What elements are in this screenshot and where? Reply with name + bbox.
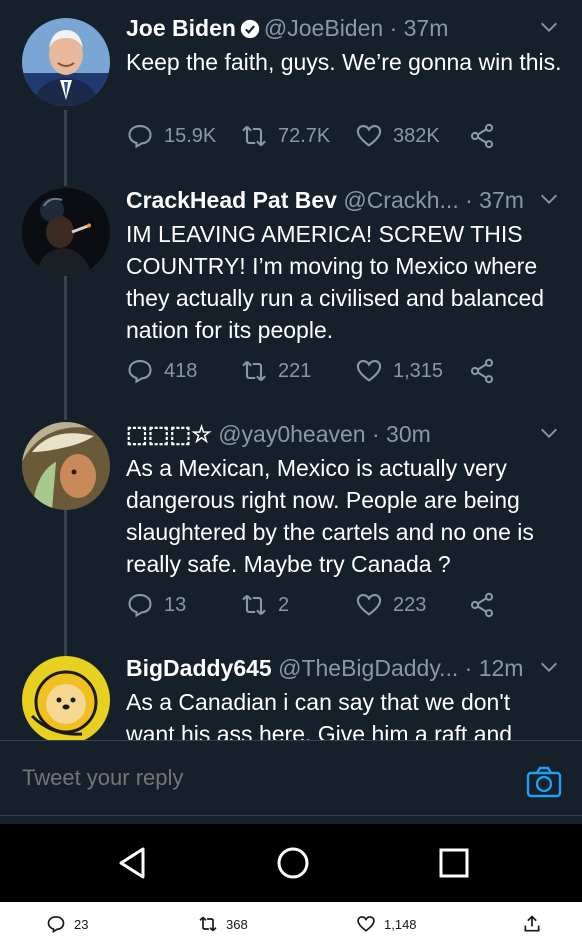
tweet[interactable]: Joe Biden @JoeBiden · 37m Keep the faith,… [0,14,582,174]
retweet-button[interactable]: 221 [240,356,311,386]
tweet[interactable]: ⬚⬚⬚☆ @yay0heaven · 30m As a Mexican, Mex… [0,420,582,644]
retweet-count: 221 [278,359,312,382]
tweet-text: As a Canadian i can say that we don't wa… [126,689,513,740]
share-icon [524,915,540,932]
display-name[interactable]: Joe Biden [126,15,236,41]
recents-icon[interactable] [435,844,473,882]
reply-button[interactable]: 15.9K [126,121,216,151]
tweet-text: IM LEAVING AMERICA! SCREW THIS COUNTRY! … [126,221,545,343]
underlying-action-bar: 23 368 1,148 [0,902,582,946]
chevron-down-icon[interactable] [538,422,560,444]
like-button[interactable]: 223 [355,590,426,620]
display-name[interactable]: BigDaddy645 [126,655,272,681]
share-button[interactable] [468,356,496,386]
timestamp: · 37m [465,187,524,213]
reply-count: 13 [164,593,187,616]
share-button[interactable] [522,912,542,936]
avatar[interactable] [22,656,110,740]
heart-icon [356,125,382,147]
reply-icon [47,916,65,933]
retweet-icon [242,360,266,382]
share-icon [470,592,494,618]
heart-icon [356,594,382,616]
avatar[interactable] [22,188,110,276]
retweet-icon [199,916,217,932]
reply-button[interactable]: 23 [46,912,88,936]
share-button[interactable] [468,121,496,151]
tweet[interactable]: BigDaddy645 @TheBigDaddy... · 12m As a C… [0,654,582,740]
system-navigation-bar [0,824,582,902]
reply-button[interactable]: 418 [126,356,197,386]
retweet-count: 72.7K [278,124,331,147]
handle[interactable]: @Crackh... [343,187,458,213]
like-count: 223 [393,593,427,616]
like-count: 1,315 [393,359,444,382]
like-count: 382K [393,124,440,147]
avatar[interactable] [22,422,110,510]
tweet[interactable]: CrackHead Pat Bev @Crackh... · 37m IM LE… [0,186,582,410]
tweet-header: ⬚⬚⬚☆ @yay0heaven · 30m [126,420,562,448]
reply-icon [128,360,152,384]
reply-count: 418 [164,359,198,382]
timestamp: · 30m [371,421,431,447]
chevron-down-icon[interactable] [538,188,560,210]
like-button[interactable]: 382K [355,121,440,151]
retweet-count: 2 [278,593,290,616]
back-icon[interactable] [113,844,151,882]
tweet-header: Joe Biden @JoeBiden · 37m [126,14,562,42]
tweet-header: CrackHead Pat Bev @Crackh... · 37m [126,186,562,214]
retweet-button[interactable]: 368 [198,912,248,936]
tweet-header: BigDaddy645 @TheBigDaddy... · 12m [126,654,562,682]
share-icon [470,358,494,384]
retweet-button[interactable]: 72.7K [240,121,330,151]
verified-badge-icon [240,17,260,39]
share-button[interactable] [468,590,496,620]
timestamp: · 12m [464,655,524,681]
home-icon[interactable] [274,844,312,882]
heart-icon [357,916,375,932]
tweet-text: Keep the faith, guys. We’re gonna win th… [126,49,562,75]
timestamp: · 37m [389,15,449,41]
handle[interactable]: @TheBigDaddy... [278,655,458,681]
share-icon [470,123,494,149]
display-name[interactable]: CrackHead Pat Bev [126,187,337,213]
handle[interactable]: @JoeBiden [264,15,383,41]
like-button[interactable]: 1,148 [356,912,417,936]
reply-icon [128,594,152,618]
reply-button[interactable]: 13 [126,590,186,620]
reply-input[interactable] [22,765,462,791]
heart-icon [356,360,382,382]
retweet-icon [242,594,266,616]
avatar[interactable] [22,18,110,106]
retweet-count: 368 [226,916,248,932]
retweet-button[interactable]: 2 [240,590,289,620]
reply-icon [128,125,152,149]
like-button[interactable]: 1,315 [355,356,443,386]
chevron-down-icon[interactable] [538,656,560,678]
chevron-down-icon[interactable] [538,16,560,38]
display-name[interactable]: ⬚⬚⬚☆ [126,421,212,447]
reply-count: 15.9K [164,124,217,147]
camera-icon[interactable] [526,765,562,799]
retweet-icon [242,125,266,147]
handle[interactable]: @yay0heaven [218,421,365,447]
tweet-text: As a Mexican, Mexico is actually very da… [126,455,534,577]
reply-count: 23 [74,916,89,932]
reply-composer [0,740,582,816]
like-count: 1,148 [384,916,417,932]
